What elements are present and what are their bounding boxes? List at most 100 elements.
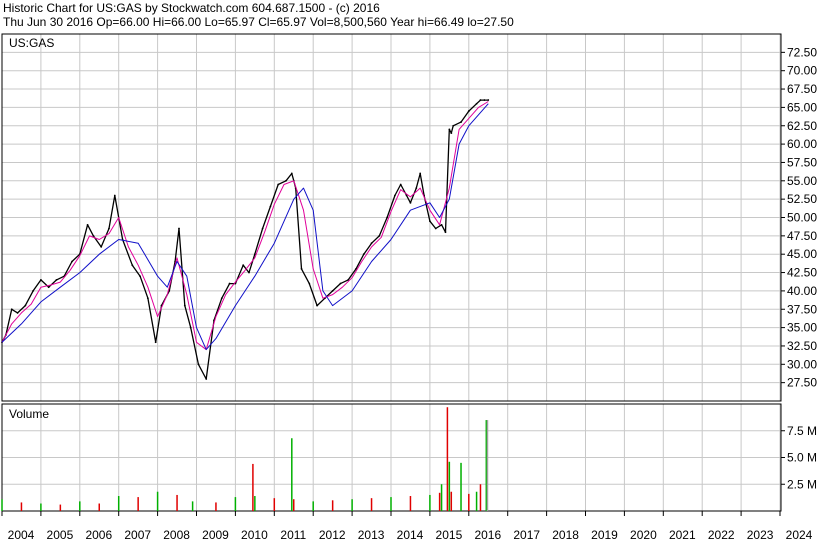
price-ma-slow-line xyxy=(1,103,489,351)
volume-bar xyxy=(252,463,254,511)
price-point xyxy=(100,245,103,248)
price-point xyxy=(393,194,396,197)
price-point xyxy=(285,179,287,182)
price-point xyxy=(415,187,418,190)
price-tick-label: 50.00 xyxy=(787,211,817,225)
price-tick-label: 42.50 xyxy=(787,266,817,280)
year-tick-label: 2024 xyxy=(786,528,813,542)
stock-chart: US:GAS Volume 27.50 30.00 32.50 35.00 37.50 4… xyxy=(1,33,817,542)
volume-bar xyxy=(475,491,478,511)
price-point xyxy=(86,223,89,226)
year-tick-label: 2017 xyxy=(513,528,540,542)
volume-bar xyxy=(273,498,276,511)
price-close-line xyxy=(1,99,489,380)
year-tick-label: 2014 xyxy=(397,528,424,542)
price-point xyxy=(399,183,402,186)
price-ma-fast-line xyxy=(1,101,489,351)
volume-bar xyxy=(448,461,451,511)
price-point xyxy=(362,253,365,256)
price-point xyxy=(448,128,451,131)
volume-bar xyxy=(79,501,81,511)
year-tick-label: 2006 xyxy=(85,528,112,542)
volume-bar xyxy=(468,493,470,511)
price-point xyxy=(71,260,73,263)
price-tick-label: 37.50 xyxy=(787,302,817,316)
volume-bar xyxy=(429,494,431,511)
price-tick-label: 70.00 xyxy=(787,64,817,78)
price-point xyxy=(242,264,245,267)
year-tick-label: 2007 xyxy=(124,528,151,542)
volume-bar xyxy=(293,499,295,511)
price-point xyxy=(108,227,110,230)
price-point xyxy=(261,227,264,230)
price-point xyxy=(131,264,134,267)
price-point xyxy=(452,124,455,127)
price-point xyxy=(16,312,19,314)
price-tick-label: 52.50 xyxy=(787,192,817,206)
volume-bar xyxy=(291,438,293,511)
price-tick-label: 55.00 xyxy=(787,174,817,188)
volume-bar xyxy=(176,494,178,511)
volume-bar xyxy=(40,503,42,511)
volume-bar xyxy=(254,496,256,511)
price-point xyxy=(409,201,412,204)
price-point xyxy=(434,227,437,230)
price-point xyxy=(467,110,470,112)
price-point xyxy=(277,183,280,186)
volume-bars xyxy=(1,407,489,511)
volume-bar xyxy=(370,498,373,511)
year-tick-label: 2020 xyxy=(630,528,657,542)
year-tick-label: 2004 xyxy=(8,528,35,542)
price-tick-label: 67.50 xyxy=(787,82,817,96)
price-point xyxy=(290,172,293,175)
price-point xyxy=(189,326,192,329)
price-tick-label: 65.00 xyxy=(787,100,817,114)
price-series xyxy=(1,99,490,380)
year-tick-label: 2005 xyxy=(47,528,74,542)
price-point xyxy=(113,194,116,197)
price-point xyxy=(205,378,208,380)
price-tick-label: 30.00 xyxy=(787,357,817,371)
year-tick-label: 2008 xyxy=(163,528,190,542)
volume-bar xyxy=(438,492,441,511)
volume-bar xyxy=(460,462,462,511)
price-tick-label: 72.50 xyxy=(787,45,817,59)
volume-bar xyxy=(59,504,62,511)
volume-bar xyxy=(331,500,334,511)
price-point xyxy=(386,216,389,219)
price-tick-label: 27.50 xyxy=(787,376,817,390)
price-point xyxy=(92,234,95,237)
price-point xyxy=(10,308,13,311)
volume-bar xyxy=(450,491,453,511)
price-point xyxy=(220,297,223,300)
price-point xyxy=(419,172,422,175)
price-tick-label: 40.00 xyxy=(787,284,817,298)
volume-bar xyxy=(215,502,217,511)
price-point xyxy=(47,286,50,289)
volume-bar xyxy=(156,491,159,511)
year-tick-label: 2016 xyxy=(474,528,501,542)
year-tick-label: 2012 xyxy=(319,528,346,542)
price-tick-label: 62.50 xyxy=(787,119,817,133)
price-point xyxy=(440,223,443,226)
year-tick-label: 2009 xyxy=(202,528,229,542)
volume-bar xyxy=(351,499,353,511)
volume-bar xyxy=(117,496,120,511)
volume-bar xyxy=(191,501,194,511)
price-point xyxy=(269,205,272,208)
volume-axis-ticks: 2.5 M 5.0 M 7.5 M xyxy=(781,424,817,491)
volume-bar xyxy=(98,503,100,511)
price-point xyxy=(331,290,334,292)
price-point xyxy=(55,278,58,281)
price-point xyxy=(178,227,180,230)
price-point xyxy=(444,231,447,234)
price-point xyxy=(370,242,373,245)
price-panel-title: US:GAS xyxy=(9,36,54,50)
year-tick-label: 2011 xyxy=(280,528,306,542)
volume-bar xyxy=(479,484,482,511)
price-point xyxy=(24,304,27,307)
volume-bar xyxy=(486,420,489,511)
volume-tick-label: 7.5 M xyxy=(787,424,817,438)
price-point xyxy=(316,304,318,307)
price-point xyxy=(378,234,381,237)
